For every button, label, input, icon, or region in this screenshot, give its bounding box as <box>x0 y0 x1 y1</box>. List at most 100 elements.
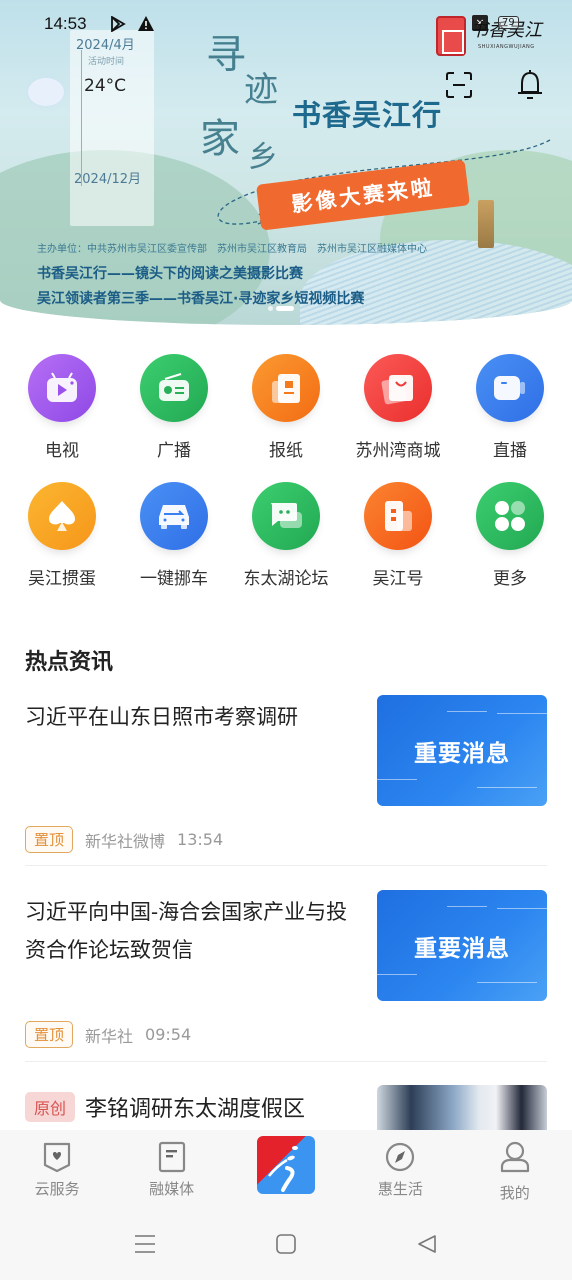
news-thumbnail[interactable]: 重要消息 <box>377 695 547 806</box>
news-title[interactable]: 习近平向中国-海合会国家产业与投资合作论坛致贺信 <box>25 893 360 969</box>
tab-media[interactable]: 融媒体 <box>122 1130 222 1208</box>
more-grid-icon <box>476 482 544 550</box>
news-item[interactable]: 习近平在山东日照市考察调研 重要消息 置顶 新华社微博 13:54 <box>25 695 547 858</box>
news-item[interactable]: 习近平向中国-海合会国家产业与投资合作论坛致贺信 重要消息 置顶 新华社 09:… <box>25 890 547 1053</box>
pinned-tag: 置顶 <box>25 1021 74 1048</box>
news-meta: 置顶 新华社微博 13:54 <box>25 826 223 853</box>
carousel-indicator[interactable] <box>268 306 294 311</box>
date-end: 2024/12月 <box>74 172 142 187</box>
thumb-streak <box>477 787 537 788</box>
news-title[interactable]: 李铭调研东太湖度假区 <box>85 1091 305 1123</box>
news-title-row: 原创 李铭调研东太湖度假区 <box>25 1091 305 1123</box>
battery-indicator: 79 <box>498 16 519 29</box>
news-item[interactable]: 原创 李铭调研东太湖度假区 <box>25 1085 547 1131</box>
carousel-dot-active[interactable] <box>276 306 294 311</box>
scan-button[interactable] <box>446 72 472 98</box>
tab-label: 云服务 <box>34 1180 80 1198</box>
feature-grid: 电视 广播 报纸 苏州湾商城 直播 吴江掼蛋 一键挪车 东太湖论坛 吴江号 更多 <box>0 340 572 596</box>
banner-subtitle-1: 书香吴江行——镜头下的阅读之美摄影比赛 <box>37 266 303 282</box>
tv-icon <box>28 354 96 422</box>
news-source: 新华社 <box>85 1026 134 1046</box>
thumb-text: 重要消息 <box>414 935 510 962</box>
timeline-line <box>81 50 82 186</box>
thumb-streak <box>447 906 487 907</box>
calligraphy-char: 寻 <box>206 32 246 78</box>
news-title[interactable]: 习近平在山东日照市考察调研 <box>25 698 360 736</box>
user-icon <box>499 1140 531 1174</box>
temperature: 24°C <box>84 76 127 96</box>
spade-icon <box>28 482 96 550</box>
grid-label: 东太湖论坛 <box>243 569 329 589</box>
grid-item-live[interactable]: 直播 <box>455 340 566 468</box>
radio-icon <box>140 354 208 422</box>
video-camera-icon <box>476 354 544 422</box>
pagoda-decoration <box>478 200 494 248</box>
grid-item-mall[interactable]: 苏州湾商城 <box>343 340 454 468</box>
banner-subtitle-2: 吴江领读者第三季——书香吴江·寻迹家乡短视频比赛 <box>37 291 365 307</box>
pinned-tag: 置顶 <box>25 826 74 853</box>
compass-icon <box>384 1140 416 1174</box>
grid-label: 报纸 <box>269 441 303 461</box>
weather-date-panel: 2024/4月 活动时间 24°C 2024/12月 <box>70 30 154 226</box>
grid-label: 吴江掼蛋 <box>28 569 96 589</box>
home-square-icon <box>276 1234 296 1254</box>
system-navigation-bar <box>0 1208 572 1280</box>
tab-home-logo[interactable] <box>236 1130 336 1208</box>
top-banner[interactable]: 2024/4月 活动时间 24°C 2024/12月 14:53 寻 迹 家 乡… <box>0 0 572 325</box>
warning-icon <box>138 16 154 34</box>
grid-item-guandan[interactable]: 吴江掼蛋 <box>7 468 118 596</box>
grid-label: 广播 <box>157 441 191 461</box>
grid-label: 吴江号 <box>372 569 424 589</box>
tab-cloud-service[interactable]: 云服务 <box>7 1130 107 1208</box>
grid-item-tv[interactable]: 电视 <box>7 340 118 468</box>
news-photo-thumbnail[interactable] <box>377 1085 547 1131</box>
status-time: 14:53 <box>44 14 87 33</box>
grid-item-forum[interactable]: 东太湖论坛 <box>231 468 342 596</box>
grid-label: 一键挪车 <box>140 569 208 589</box>
date-label: 活动时间 <box>88 57 125 67</box>
building-icon <box>364 482 432 550</box>
tab-mine[interactable]: 我的 <box>465 1130 565 1208</box>
news-thumbnail[interactable]: 重要消息 <box>377 890 547 1001</box>
thumb-streak <box>497 908 547 909</box>
shield-heart-icon <box>41 1140 73 1174</box>
grid-label: 更多 <box>493 569 527 589</box>
back-triangle-icon <box>418 1235 436 1253</box>
app-logo-seal-icon <box>436 16 466 56</box>
grid-item-move-car[interactable]: 一键挪车 <box>119 468 230 596</box>
logo-subtitle: SHUXIANGWUJIANG <box>478 44 535 50</box>
tab-life[interactable]: 惠生活 <box>350 1130 450 1208</box>
grid-row: 电视 广播 报纸 苏州湾商城 直播 <box>0 340 572 468</box>
chat-icon <box>252 482 320 550</box>
tab-label: 惠生活 <box>377 1180 423 1198</box>
newspaper-icon <box>252 354 320 422</box>
tab-label: 融媒体 <box>149 1180 195 1198</box>
grid-item-wujiang-hao[interactable]: 吴江号 <box>343 468 454 596</box>
grid-row: 吴江掼蛋 一键挪车 东太湖论坛 吴江号 更多 <box>0 468 572 596</box>
carousel-dot[interactable] <box>268 306 273 311</box>
tab-label: 我的 <box>499 1184 530 1202</box>
notification-button[interactable] <box>516 70 544 102</box>
thumb-streak <box>377 974 417 975</box>
system-back-button[interactable] <box>357 1208 498 1280</box>
grid-label: 直播 <box>493 441 527 461</box>
news-time: 09:54 <box>145 1025 192 1044</box>
car-icon <box>140 482 208 550</box>
weather-cloud-icon <box>28 78 64 106</box>
grid-item-newspaper[interactable]: 报纸 <box>231 340 342 468</box>
grid-item-radio[interactable]: 广播 <box>119 340 230 468</box>
scan-icon <box>446 72 472 98</box>
news-meta: 置顶 新华社 09:54 <box>25 1021 191 1048</box>
app-logo-icon <box>256 1136 315 1194</box>
original-tag: 原创 <box>25 1092 76 1122</box>
grid-item-more[interactable]: 更多 <box>455 468 566 596</box>
calligraphy-char: 迹 <box>244 70 278 110</box>
grid-label: 电视 <box>45 441 79 461</box>
section-title: 热点资讯 <box>25 649 114 675</box>
play-store-icon <box>110 15 126 35</box>
system-home-button[interactable] <box>216 1208 357 1280</box>
system-menu-button[interactable] <box>75 1208 216 1280</box>
thumb-streak <box>477 982 537 983</box>
news-source: 新华社微博 <box>85 831 166 851</box>
grid-label: 苏州湾商城 <box>355 441 441 461</box>
